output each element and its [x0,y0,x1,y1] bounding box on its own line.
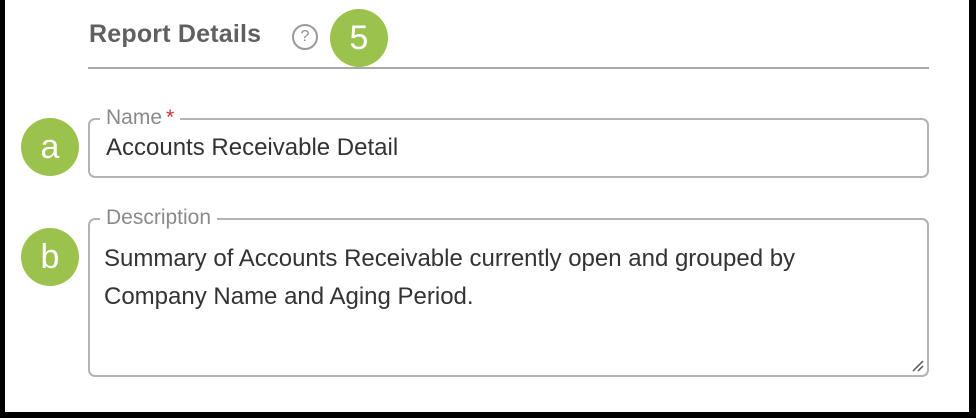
report-details-panel: Report Details ? 5 a Name* b Description… [5,0,969,412]
resize-handle-icon[interactable] [910,358,924,372]
name-field-label: Name * [100,104,181,132]
step-marker-badge: 5 [330,9,388,67]
section-divider [88,67,929,69]
required-asterisk: * [166,106,175,129]
name-annotation-badge: a [21,118,79,176]
section-title: Report Details [89,20,262,48]
question-circle-icon[interactable]: ? [292,24,318,50]
description-field-label: Description [100,204,218,232]
name-field: Name * [88,104,929,178]
description-annotation-badge: b [21,228,79,286]
name-input[interactable] [106,134,911,162]
description-field: Description Summary of Accounts Receivab… [88,204,929,377]
name-label-text: Name [106,106,163,129]
description-textarea[interactable]: Summary of Accounts Receivable currently… [104,240,897,365]
